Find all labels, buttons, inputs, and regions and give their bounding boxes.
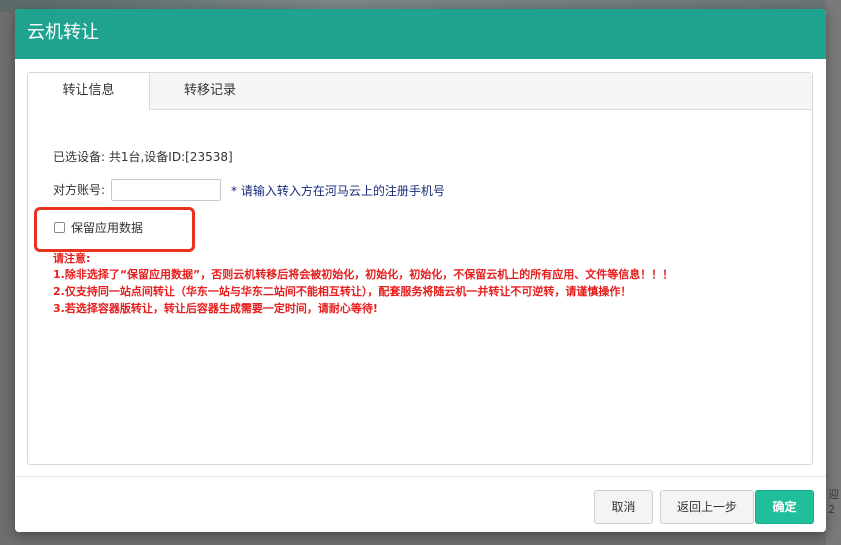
backdrop-text-fragment: 迎	[828, 488, 839, 501]
dialog-footer: 取消 返回上一步 确定	[15, 476, 826, 532]
notice-title: 请注意:	[53, 252, 91, 265]
tab-transfer-records[interactable]: 转移记录	[150, 73, 270, 109]
account-hint: * 请输入转入方在河马云上的注册手机号	[231, 184, 445, 198]
notice-line: 3.若选择容器版转让，转让后容器生成需要一定时间，请耐心等待!	[53, 302, 378, 315]
notice-line: 2.仅支持同一站点间转让（华东一站与华东二站间不能相互转让），配套服务将随云机一…	[53, 285, 632, 298]
cancel-button[interactable]: 取消	[594, 490, 653, 524]
backdrop-page-right: 迎 2	[826, 0, 841, 545]
keep-data-label[interactable]: 保留应用数据	[71, 219, 143, 236]
account-label: 对方账号:	[53, 183, 106, 197]
transfer-dialog: 云机转让 转让信息 转移记录 已选设备: 共1台,设备ID:[23538] 对方…	[15, 9, 826, 532]
tab-bar: 转让信息 转移记录	[28, 73, 812, 110]
back-button[interactable]: 返回上一步	[660, 490, 754, 524]
selected-devices-text: 已选设备: 共1台,设备ID:[23538]	[53, 150, 233, 164]
tab-transfer-info[interactable]: 转让信息	[28, 73, 150, 110]
dialog-header: 云机转让	[15, 9, 826, 59]
account-input[interactable]	[111, 179, 221, 201]
confirm-button[interactable]: 确定	[755, 490, 814, 524]
tab-panel: 转让信息 转移记录 已选设备: 共1台,设备ID:[23538] 对方账号: *…	[27, 72, 813, 465]
dialog-title: 云机转让	[27, 22, 99, 43]
backdrop-text-fragment: 2	[828, 503, 835, 516]
notice-line: 1.除非选择了“保留应用数据”，否则云机转移后将会被初始化，初始化，初始化，不保…	[53, 268, 674, 281]
keep-data-checkbox[interactable]	[54, 222, 65, 233]
